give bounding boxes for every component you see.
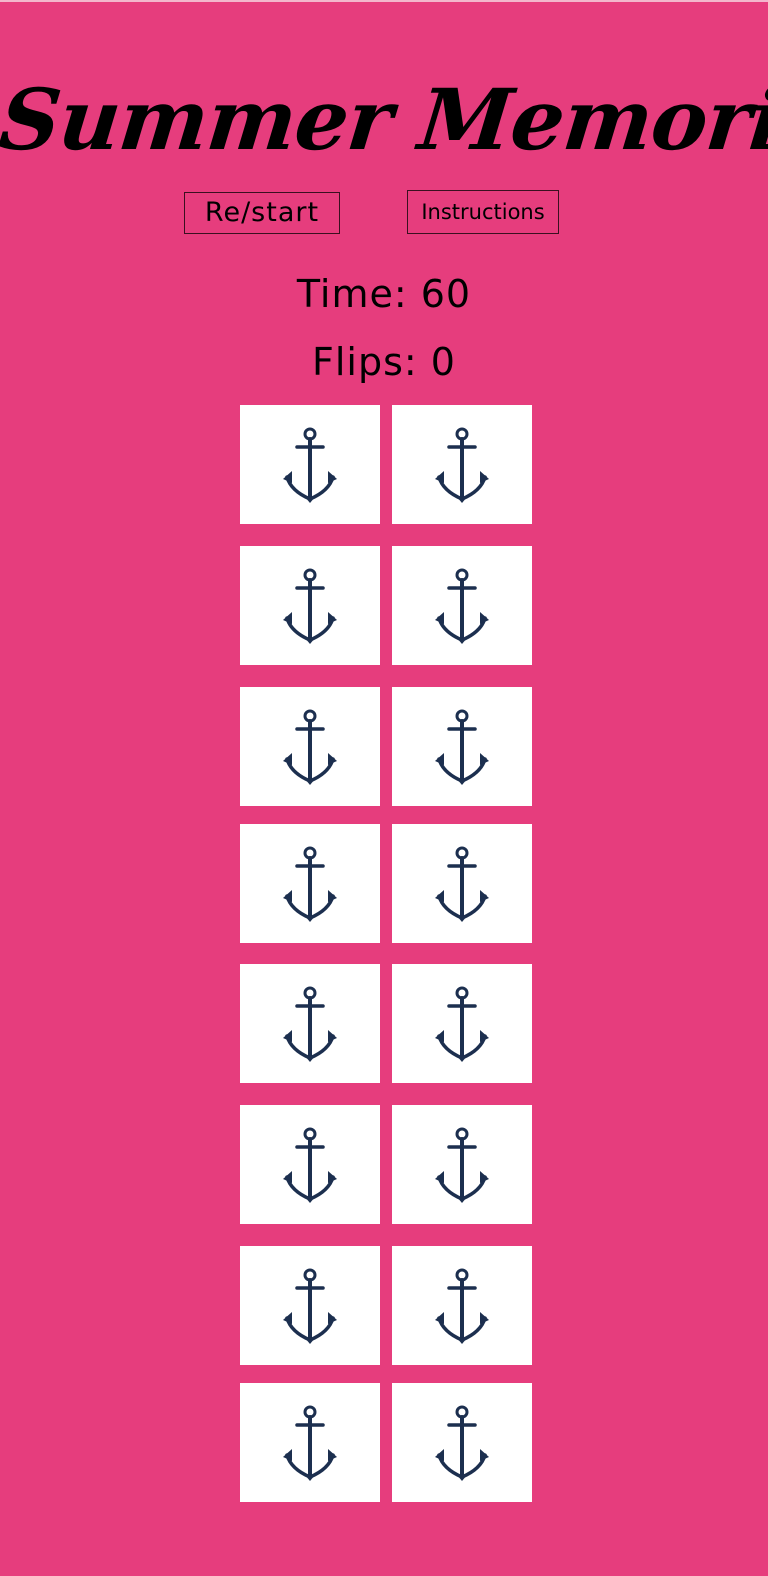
memory-card[interactable] <box>392 1105 532 1224</box>
anchor-icon <box>435 1405 489 1481</box>
instructions-button[interactable]: Instructions <box>407 190 559 234</box>
memory-card[interactable] <box>392 1246 532 1365</box>
memory-card[interactable] <box>240 687 380 806</box>
anchor-icon <box>435 1268 489 1344</box>
anchor-icon <box>283 1405 337 1481</box>
anchor-icon <box>283 1127 337 1203</box>
anchor-icon <box>283 986 337 1062</box>
memory-card[interactable] <box>240 964 380 1083</box>
memory-card[interactable] <box>392 824 532 943</box>
memory-card[interactable] <box>240 1246 380 1365</box>
anchor-icon <box>435 846 489 922</box>
anchor-icon <box>283 846 337 922</box>
memory-card[interactable] <box>240 1383 380 1502</box>
anchor-icon <box>283 568 337 644</box>
anchor-icon <box>435 986 489 1062</box>
memory-card[interactable] <box>392 405 532 524</box>
anchor-icon <box>283 427 337 503</box>
anchor-icon <box>283 1268 337 1344</box>
memory-card[interactable] <box>392 687 532 806</box>
memory-card[interactable] <box>392 964 532 1083</box>
memory-card[interactable] <box>392 1383 532 1502</box>
flips-counter: Flips: 0 <box>312 340 456 384</box>
memory-card[interactable] <box>392 546 532 665</box>
restart-button[interactable]: Re/start <box>184 192 340 234</box>
time-counter: Time: 60 <box>296 272 472 316</box>
game-title: Summer Memories <box>0 70 768 169</box>
anchor-icon <box>435 568 489 644</box>
memory-card[interactable] <box>240 405 380 524</box>
anchor-icon <box>435 427 489 503</box>
memory-card[interactable] <box>240 546 380 665</box>
memory-card[interactable] <box>240 1105 380 1224</box>
top-divider <box>0 0 768 2</box>
memory-card[interactable] <box>240 824 380 943</box>
anchor-icon <box>283 709 337 785</box>
anchor-icon <box>435 1127 489 1203</box>
anchor-icon <box>435 709 489 785</box>
